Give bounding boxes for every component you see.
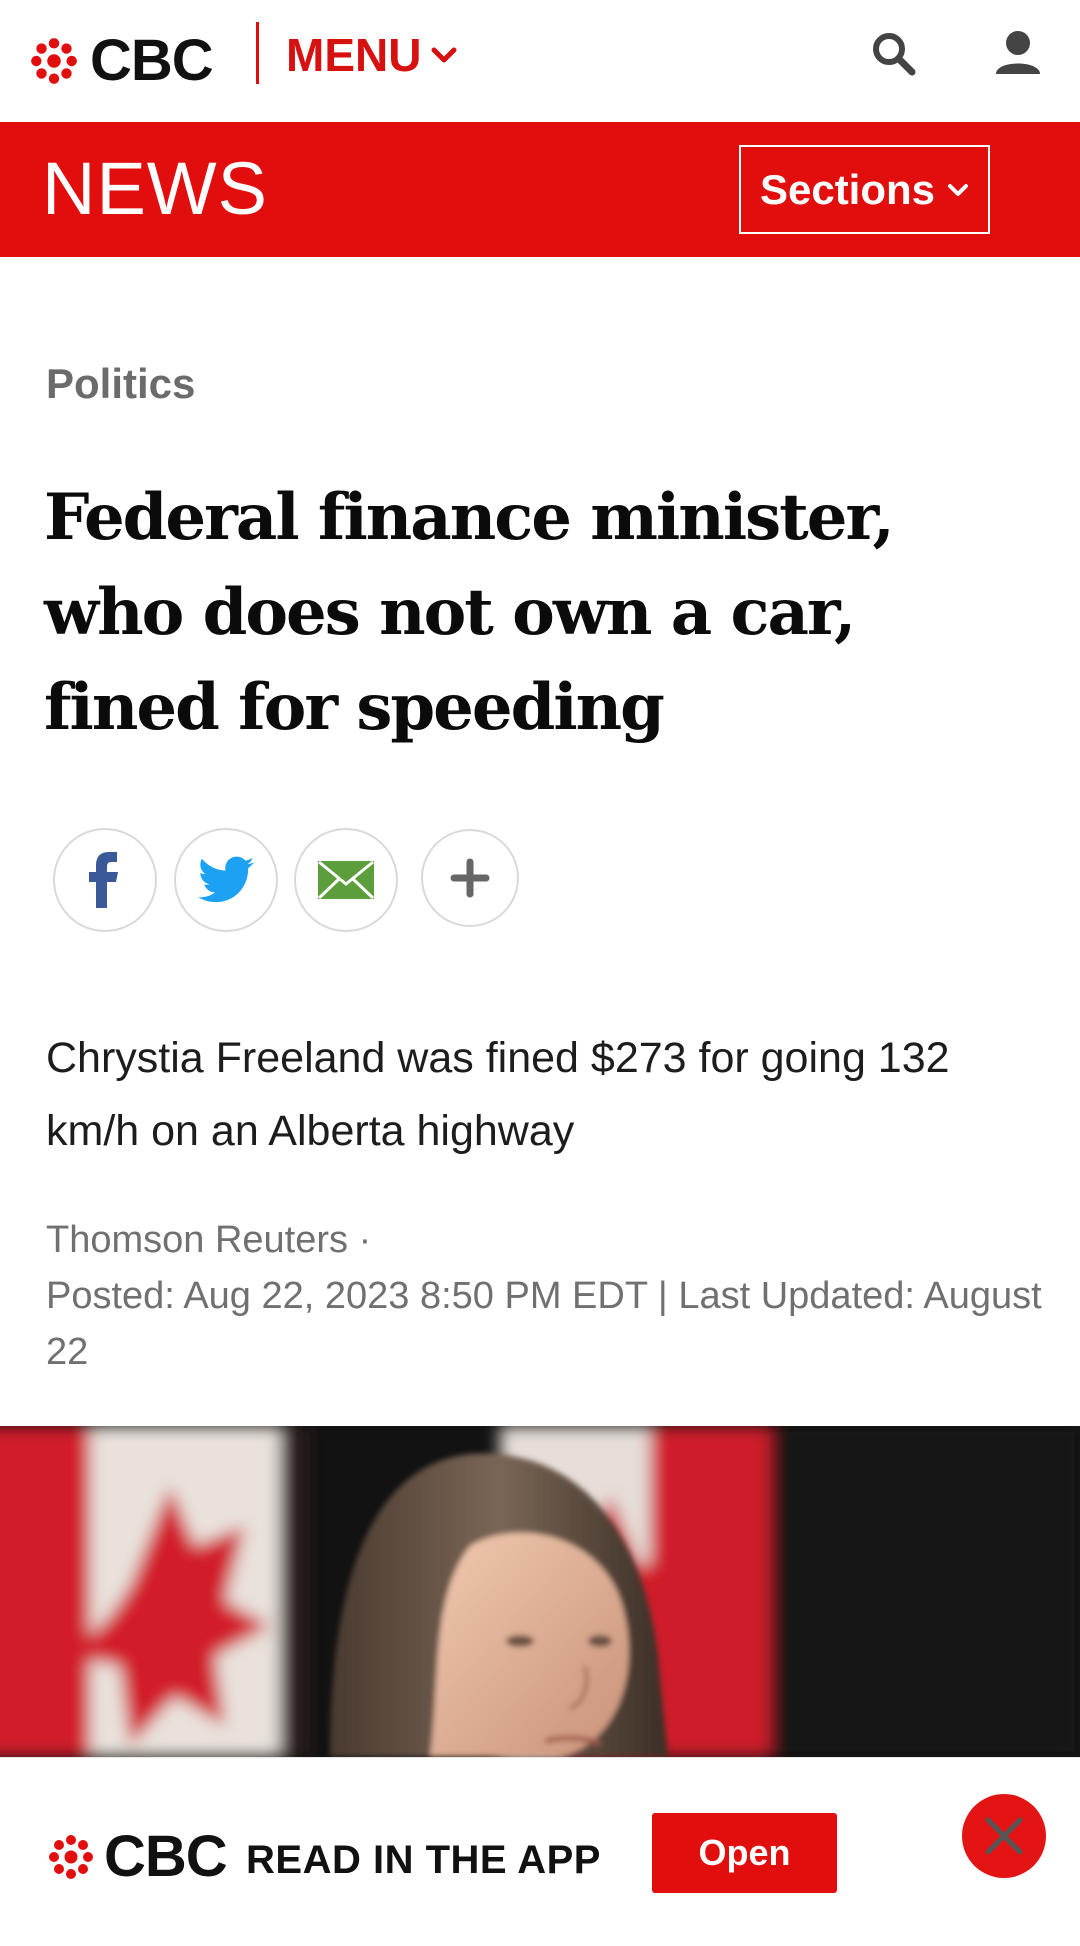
close-banner-button[interactable] bbox=[962, 1794, 1046, 1878]
cbc-gem-icon bbox=[31, 38, 77, 84]
menu-label: MENU bbox=[286, 29, 422, 81]
cbc-gem-icon bbox=[49, 1835, 93, 1879]
share-email-button[interactable] bbox=[294, 828, 398, 932]
news-bar: NEWS Sections bbox=[0, 122, 1080, 257]
banner-read-in-app-text: READ IN THE APP bbox=[246, 1838, 601, 1882]
article-category[interactable]: Politics bbox=[46, 360, 195, 408]
share-more-button[interactable] bbox=[421, 829, 519, 927]
open-app-button[interactable]: Open bbox=[652, 1813, 837, 1893]
menu-button[interactable]: MENU bbox=[286, 28, 457, 82]
article-hero-image[interactable] bbox=[0, 1426, 1080, 1757]
banner-cbc-wordmark: CBC bbox=[104, 1824, 228, 1889]
article-dek: Chrystia Freeland was fined $273 for goi… bbox=[46, 1034, 950, 1155]
article-byline: Thomson Reuters · Posted: Aug 22, 2023 8… bbox=[46, 1212, 1046, 1380]
twitter-icon bbox=[198, 856, 254, 903]
news-title[interactable]: NEWS bbox=[42, 148, 268, 230]
hero-photo bbox=[0, 1426, 1080, 1757]
search-icon[interactable] bbox=[866, 26, 922, 82]
share-twitter-button[interactable] bbox=[174, 828, 278, 932]
chevron-down-icon bbox=[948, 183, 969, 196]
app-download-banner: CBC READ IN THE APP Open bbox=[0, 1757, 1080, 1946]
sections-label: Sections bbox=[759, 165, 936, 213]
user-icon[interactable] bbox=[990, 26, 1046, 82]
share-facebook-button[interactable] bbox=[53, 828, 157, 932]
article-dates: Posted: Aug 22, 2023 8:50 PM EDT | Last … bbox=[46, 1275, 1042, 1373]
facebook-icon bbox=[89, 852, 118, 908]
email-icon bbox=[317, 860, 375, 900]
sections-button[interactable]: Sections bbox=[739, 145, 990, 234]
header-divider bbox=[256, 22, 259, 84]
close-icon bbox=[985, 1817, 1023, 1855]
article-headline: Federal finance minister, who does not o… bbox=[44, 480, 895, 745]
cbc-wordmark: CBC bbox=[90, 28, 214, 93]
banner-cbc-logo: CBC bbox=[46, 1824, 228, 1889]
chevron-down-icon bbox=[431, 47, 457, 63]
article-author: Thomson Reuters · bbox=[46, 1219, 372, 1261]
top-bar: CBC MENU bbox=[0, 0, 1080, 122]
plus-icon bbox=[450, 858, 490, 898]
cbc-logo[interactable]: CBC bbox=[28, 28, 214, 93]
